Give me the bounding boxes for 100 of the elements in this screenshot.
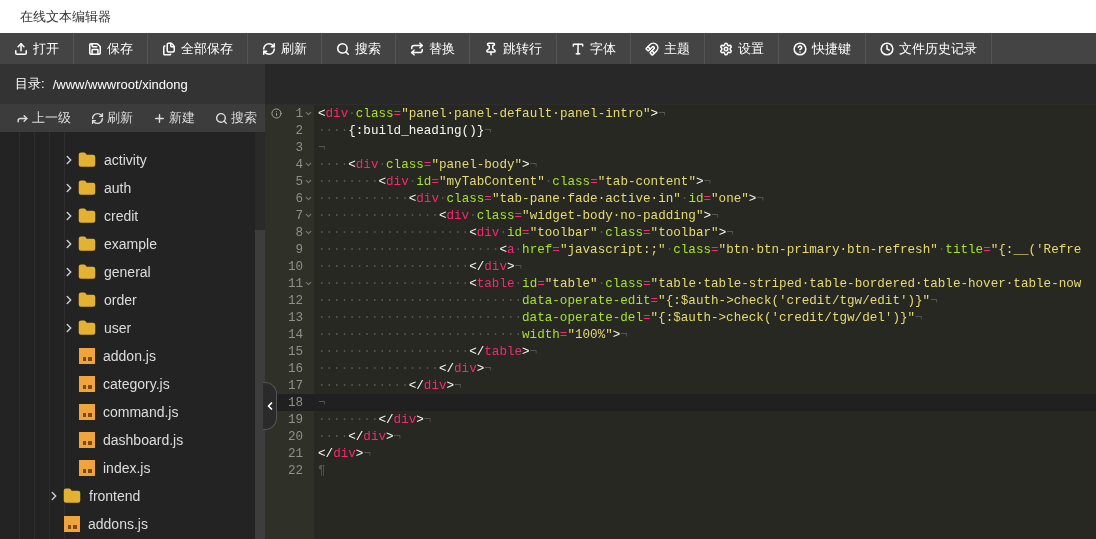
file-item[interactable]: command.js xyxy=(5,398,255,426)
files-icon xyxy=(162,41,176,56)
line-number: 10 xyxy=(287,259,303,274)
code-line: ················<div·class="widget-body·no-padding">¬ xyxy=(317,208,719,223)
folder-item[interactable]: auth xyxy=(5,174,255,202)
folder-icon xyxy=(78,151,96,169)
fold-icon[interactable] xyxy=(304,228,313,237)
folder-icon xyxy=(78,235,96,253)
folder-icon xyxy=(63,487,81,505)
code-line: ············</div>¬ xyxy=(317,378,462,393)
line-number: 21 xyxy=(287,446,303,461)
sidebar-action[interactable]: 搜索 xyxy=(215,109,257,127)
plus-icon xyxy=(153,111,166,125)
upload-icon xyxy=(14,41,28,56)
code-line: ····················</div>¬ xyxy=(317,259,523,274)
code-line: ···························width="100%">¬ xyxy=(317,327,628,342)
search-icon xyxy=(336,41,350,56)
save-icon xyxy=(88,41,102,56)
folder-item[interactable]: frontend xyxy=(5,482,255,510)
js-file-icon xyxy=(79,348,95,364)
folder-item[interactable]: order xyxy=(5,286,255,314)
code-line: ····{:build_heading()}¬ xyxy=(317,123,492,138)
text-icon xyxy=(571,41,585,56)
repeat-icon xyxy=(410,41,424,56)
directory-path: /www/wwwroot/xindong xyxy=(52,76,188,92)
code-line: ¬ xyxy=(317,140,326,155)
file-item[interactable]: addons.js xyxy=(5,510,255,538)
code-line: ¶ xyxy=(317,463,326,478)
settings-icon xyxy=(719,41,733,56)
folder-item[interactable]: credit xyxy=(5,202,255,230)
file-item[interactable]: addon.js xyxy=(5,342,255,370)
folder-icon xyxy=(78,179,96,197)
js-file-icon xyxy=(79,404,95,420)
code-line: ············<div·class="tab-pane·fade·active·in"·id="one">¬ xyxy=(317,191,764,206)
fold-icon[interactable] xyxy=(304,194,313,203)
js-file-icon xyxy=(79,432,95,448)
line-number: 6 xyxy=(295,191,303,206)
fold-icon[interactable] xyxy=(304,279,313,288)
folder-item[interactable]: general xyxy=(5,258,255,286)
line-number: 8 xyxy=(295,225,303,240)
scrollbar[interactable] xyxy=(255,132,265,539)
line-number: 16 xyxy=(287,361,303,376)
fold-icon[interactable] xyxy=(304,177,313,186)
file-item[interactable]: dashboard.js xyxy=(5,426,255,454)
line-number: 3 xyxy=(295,140,303,155)
line-number: 7 xyxy=(295,208,303,223)
code-line: </div>¬ xyxy=(317,446,371,461)
line-number: 15 xyxy=(287,344,303,359)
line-number: 9 xyxy=(295,242,303,257)
js-file-icon xyxy=(79,460,95,476)
code-line: ¬ xyxy=(317,395,326,410)
line-number: 20 xyxy=(287,429,303,444)
line-number: 14 xyxy=(287,327,303,342)
line-number: 18 xyxy=(287,395,303,410)
folder-item[interactable]: user xyxy=(5,314,255,342)
line-number: 5 xyxy=(295,174,303,189)
file-item[interactable]: index.js xyxy=(5,454,255,482)
line-number: 22 xyxy=(287,463,303,478)
magnet-icon xyxy=(645,41,659,56)
refresh-icon xyxy=(262,41,276,56)
line-number: 1 xyxy=(295,106,303,121)
pin-icon xyxy=(484,41,498,56)
code-line: <div·class="panel·panel-default·panel-intro">¬ xyxy=(317,106,666,121)
code-line: ········</div>¬ xyxy=(317,412,432,427)
directory-label: 目录: xyxy=(15,75,45,93)
line-number: 13 xyxy=(287,310,303,325)
sidebar-action[interactable]: 刷新 xyxy=(91,109,133,127)
search-icon xyxy=(215,111,228,125)
fold-icon[interactable] xyxy=(304,160,313,169)
refresh-icon xyxy=(91,111,104,125)
fold-icon[interactable] xyxy=(304,211,313,220)
code-line: ················</div>¬ xyxy=(317,361,492,376)
window-title: 在线文本编辑器 xyxy=(20,7,111,26)
code-line: ···························data-operate-del="{:$auth->check('credit/tgw/del')}"¬ xyxy=(317,310,923,325)
line-number: 12 xyxy=(287,293,303,308)
js-file-icon xyxy=(79,376,95,392)
fold-icon[interactable] xyxy=(304,109,313,118)
folder-item[interactable]: activity xyxy=(5,146,255,174)
folder-icon xyxy=(78,207,96,225)
code-line: ····················<div·id="toolbar"·class="toolbar">¬ xyxy=(317,225,734,240)
clock-icon xyxy=(880,41,894,56)
sidebar-action[interactable]: 上一级 xyxy=(16,109,71,127)
code-line: ····<div·class="panel-body">¬ xyxy=(317,157,538,172)
line-number: 2 xyxy=(295,123,303,138)
code-line: ····················</table>¬ xyxy=(317,344,538,359)
code-line: ···························data-operate-edit="{:$auth->check('credit/tgw/edit')}"¬ xyxy=(317,293,938,308)
help-icon xyxy=(793,41,807,56)
code-line: ····</div>¬ xyxy=(317,429,402,444)
sidebar-action[interactable]: 新建 xyxy=(153,109,195,127)
js-file-icon xyxy=(64,516,80,532)
code-line: ····················<table·id="table"·class="table·table-striped·table-bordered·table-hover·table-now xyxy=(317,276,1082,291)
line-number: 17 xyxy=(287,378,303,393)
code-line: ········<div·id="myTabContent"·class="tab-content">¬ xyxy=(317,174,712,189)
code-line: ························<a·href="javascript:;"·class="btn·btn-primary·btn-refresh"·title="{:__('Refre xyxy=(317,242,1082,257)
file-item[interactable]: category.js xyxy=(5,370,255,398)
folder-item[interactable]: example xyxy=(5,230,255,258)
folder-icon xyxy=(78,263,96,281)
collapse-handle[interactable] xyxy=(263,382,277,430)
line-number: 11 xyxy=(287,276,303,291)
folder-icon xyxy=(78,319,96,337)
